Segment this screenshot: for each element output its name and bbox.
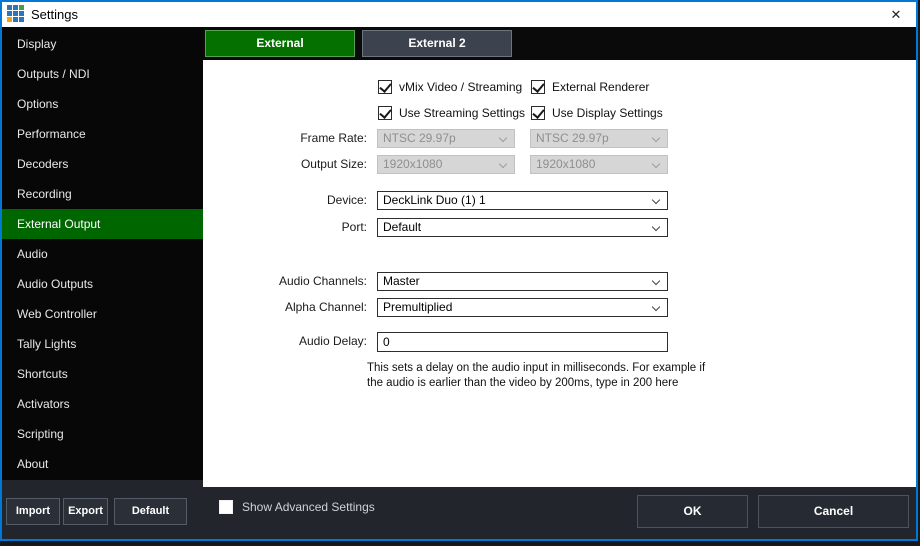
chevron-down-icon [652, 303, 660, 311]
import-button[interactable]: Import [6, 498, 60, 525]
combo-value: Default [383, 220, 421, 234]
combo-value: Premultiplied [383, 300, 452, 314]
checkbox-box [378, 106, 392, 120]
sidebar-item-outputs-ndi[interactable]: Outputs / NDI [2, 59, 203, 89]
device-select[interactable]: DeckLink Duo (1) 1 [377, 191, 668, 210]
settings-window: Settings ✕ Display Outputs / NDI Options… [0, 0, 918, 541]
output-size-select-2: 1920x1080 [530, 155, 668, 174]
combo-value: DeckLink Duo (1) 1 [383, 193, 486, 207]
export-button[interactable]: Export [63, 498, 108, 525]
sidebar-footer: Import Export Default [2, 480, 203, 539]
sidebar-item-web-controller[interactable]: Web Controller [2, 299, 203, 329]
port-label: Port: [203, 220, 367, 234]
frame-rate-select-1: NTSC 29.97p [377, 129, 515, 148]
checkbox-external-renderer[interactable]: External Renderer [531, 80, 649, 94]
sidebar-item-display[interactable]: Display [2, 29, 203, 59]
chevron-down-icon [652, 277, 660, 285]
checkbox-show-advanced-settings[interactable]: Show Advanced Settings [219, 500, 375, 514]
alpha-channel-label: Alpha Channel: [203, 300, 367, 314]
audio-delay-label: Audio Delay: [203, 334, 367, 348]
output-size-select-1: 1920x1080 [377, 155, 515, 174]
chevron-down-icon [499, 160, 507, 168]
checkbox-label: Use Display Settings [552, 106, 663, 120]
checkbox-box [219, 500, 233, 514]
help-line: This sets a delay on the audio input in … [367, 361, 707, 376]
external-output-panel: vMix Video / Streaming External Renderer… [203, 60, 916, 487]
sidebar-item-activators[interactable]: Activators [2, 389, 203, 419]
tab-external-2[interactable]: External 2 [362, 30, 512, 57]
cancel-button[interactable]: Cancel [758, 495, 909, 528]
sidebar-item-options[interactable]: Options [2, 89, 203, 119]
default-button[interactable]: Default [114, 498, 187, 525]
checkbox-label: Use Streaming Settings [399, 106, 525, 120]
screen: Settings ✕ Display Outputs / NDI Options… [0, 0, 920, 546]
sidebar-item-tally-lights[interactable]: Tally Lights [2, 329, 203, 359]
sidebar-item-external-output[interactable]: External Output [2, 209, 203, 239]
vmix-logo-icon [7, 5, 24, 22]
sidebar-item-recording[interactable]: Recording [2, 179, 203, 209]
chevron-down-icon [652, 160, 660, 168]
combo-value: NTSC 29.97p [536, 131, 609, 145]
checkbox-use-display-settings[interactable]: Use Display Settings [531, 106, 663, 120]
combo-value: NTSC 29.97p [383, 131, 456, 145]
checkbox-label: vMix Video / Streaming [399, 80, 522, 94]
settings-sidebar: Display Outputs / NDI Options Performanc… [2, 27, 203, 480]
window-title: Settings [31, 2, 78, 27]
external-output-tabstrip: External External 2 [203, 27, 916, 60]
checkbox-use-streaming-settings[interactable]: Use Streaming Settings [378, 106, 525, 120]
audio-delay-input[interactable] [377, 332, 668, 352]
audio-channels-label: Audio Channels: [203, 274, 367, 288]
chevron-down-icon [652, 196, 660, 204]
checkbox-label: External Renderer [552, 80, 649, 94]
sidebar-item-audio[interactable]: Audio [2, 239, 203, 269]
checkbox-vmix-video-streaming[interactable]: vMix Video / Streaming [378, 80, 522, 94]
sidebar-item-scripting[interactable]: Scripting [2, 419, 203, 449]
checkbox-box [531, 80, 545, 94]
dialog-footer: Show Advanced Settings OK Cancel [203, 487, 916, 539]
chevron-down-icon [652, 134, 660, 142]
alpha-channel-select[interactable]: Premultiplied [377, 298, 668, 317]
chevron-down-icon [499, 134, 507, 142]
checkbox-box [531, 106, 545, 120]
checkbox-label: Show Advanced Settings [242, 500, 375, 514]
ok-button[interactable]: OK [637, 495, 748, 528]
sidebar-item-decoders[interactable]: Decoders [2, 149, 203, 179]
chevron-down-icon [652, 223, 660, 231]
sidebar-item-about[interactable]: About [2, 449, 203, 479]
port-select[interactable]: Default [377, 218, 668, 237]
device-label: Device: [203, 193, 367, 207]
audio-delay-help-text: This sets a delay on the audio input in … [367, 361, 707, 391]
sidebar-item-audio-outputs[interactable]: Audio Outputs [2, 269, 203, 299]
tab-external[interactable]: External [205, 30, 355, 57]
frame-rate-label: Frame Rate: [203, 131, 367, 145]
output-size-label: Output Size: [203, 157, 367, 171]
frame-rate-select-2: NTSC 29.97p [530, 129, 668, 148]
sidebar-item-performance[interactable]: Performance [2, 119, 203, 149]
combo-value: 1920x1080 [536, 157, 595, 171]
title-bar: Settings ✕ [2, 2, 916, 27]
sidebar-item-shortcuts[interactable]: Shortcuts [2, 359, 203, 389]
combo-value: Master [383, 274, 420, 288]
checkbox-box [378, 80, 392, 94]
combo-value: 1920x1080 [383, 157, 442, 171]
help-line: the audio is earlier than the video by 2… [367, 376, 707, 391]
close-icon[interactable]: ✕ [885, 2, 907, 27]
audio-channels-select[interactable]: Master [377, 272, 668, 291]
